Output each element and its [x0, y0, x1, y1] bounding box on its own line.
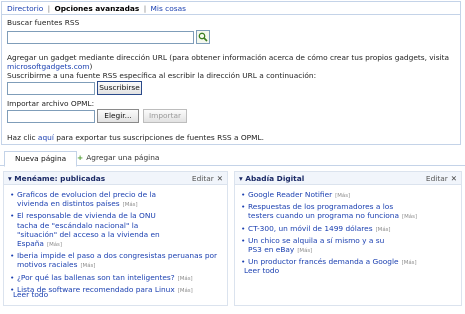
- add-page-label: Agregar una página: [86, 153, 160, 162]
- feed-item-title-line[interactable]: ¿Por qué las ballenas son tan inteligent…: [17, 273, 175, 282]
- more-link[interactable]: [Más]: [402, 260, 417, 266]
- feed-item[interactable]: Graficos de evolucion del precio de lavi…: [10, 190, 223, 210]
- edit-link[interactable]: Editar: [426, 174, 448, 183]
- gadget-header: ▾ Menéame: publicadas Editar ✕: [4, 172, 227, 185]
- feed-item[interactable]: Un chico se alquila a sí mismo y a suPS3…: [241, 236, 457, 256]
- more-link[interactable]: [Más]: [297, 248, 312, 254]
- search-icon: [198, 32, 208, 42]
- feed-item-title-line[interactable]: Respuestas de los programadores a los: [248, 202, 393, 211]
- edit-link[interactable]: Editar: [192, 174, 214, 183]
- feed-item-title-line[interactable]: Un chico se alquila a sí mismo y a su: [248, 236, 384, 245]
- import-opml-label: Importar archivo OPML:: [7, 99, 95, 108]
- opml-file-input[interactable]: [7, 110, 95, 123]
- feed-item-title-line[interactable]: El responsable de vivienda de la ONU: [17, 211, 156, 220]
- gadget-controls: Editar ✕: [426, 174, 457, 183]
- feed-list: Graficos de evolucion del precio de lavi…: [10, 190, 223, 297]
- nav-directorio-link[interactable]: Directorio: [7, 4, 43, 13]
- add-page-link[interactable]: + Agregar una página: [77, 153, 159, 162]
- feed-list: Google Reader Notifier[Más]Respuestas de…: [241, 190, 457, 269]
- rss-url-input[interactable]: [7, 82, 95, 95]
- export-opml-text: Haz clic aquí para exportar tus suscripc…: [7, 133, 264, 142]
- feed-item-title-line[interactable]: Un productor francés demanda a Google: [248, 257, 399, 266]
- feed-item[interactable]: CT-300, un móvil de 1499 dólares[Más]: [241, 224, 457, 235]
- add-by-url-link-line: microsoftgadgets.com): [7, 62, 92, 71]
- feed-item[interactable]: El responsable de vivienda de la ONUtach…: [10, 211, 223, 250]
- gadget-title[interactable]: ▾ Abadía Digital: [239, 174, 304, 183]
- nav-divider: [2, 14, 460, 15]
- feed-item-title-line[interactable]: testers cuando un programa no funciona: [248, 211, 399, 220]
- advanced-options-panel: Directorio | Opciones avanzadas | Mis co…: [1, 1, 461, 145]
- gadget-meneame: ▾ Menéame: publicadas Editar✕ Graficos d…: [3, 171, 228, 306]
- search-feeds-label: Buscar fuentes RSS: [7, 18, 80, 27]
- tab-nueva-pagina[interactable]: Nueva página: [4, 151, 78, 167]
- plus-icon: +: [77, 153, 84, 162]
- microsoftgadgets-link[interactable]: microsoftgadgets.com: [7, 62, 90, 71]
- feed-item[interactable]: Google Reader Notifier[Más]: [241, 190, 457, 201]
- nav-mis-cosas-link[interactable]: Mis cosas: [151, 4, 186, 13]
- more-link[interactable]: [Más]: [376, 227, 391, 233]
- feed-item-title-line[interactable]: CT-300, un móvil de 1499 dólares: [248, 224, 373, 233]
- nav-separator: |: [47, 4, 51, 13]
- gadget-header: ▾ Abadía Digital Editar ✕: [235, 172, 461, 185]
- close-icon[interactable]: ✕: [451, 174, 457, 183]
- feed-item-title-line[interactable]: Google Reader Notifier: [248, 190, 332, 199]
- feed-item[interactable]: Iberia impide el paso a dos congresistas…: [10, 251, 223, 271]
- add-by-url-description: Agregar un gadget mediante dirección URL…: [7, 53, 450, 62]
- nav-opciones-avanzadas[interactable]: Opciones avanzadas: [54, 4, 139, 13]
- feed-item-title-line[interactable]: tacha de "escándalo nacional" la: [17, 221, 138, 230]
- more-link[interactable]: [Más]: [402, 214, 417, 220]
- gadget-title[interactable]: ▾ Menéame: publicadas: [8, 174, 105, 183]
- read-all-link[interactable]: Leer todo: [244, 266, 279, 275]
- gadget-controls: Editar ✕: [192, 174, 223, 183]
- subscribe-rss-text: Suscribirme a una fuente RSS específica …: [7, 71, 317, 80]
- search-button[interactable]: [196, 30, 210, 44]
- subscribe-button[interactable]: Suscribirse: [97, 81, 142, 95]
- gadget-abadia-digital: ▾ Abadía Digital Editar✕ Google Reader N…: [234, 171, 462, 306]
- more-link[interactable]: [Más]: [335, 193, 350, 199]
- add-by-url-text: Agregar un gadget mediante dirección URL…: [7, 53, 449, 62]
- browse-file-button[interactable]: Elegir...: [97, 109, 139, 123]
- read-all-link[interactable]: Leer todo: [13, 290, 48, 299]
- more-link[interactable]: [Más]: [80, 263, 95, 269]
- feed-item[interactable]: Respuestas de los programadores a lostes…: [241, 202, 457, 222]
- search-feeds-input[interactable]: [7, 31, 194, 44]
- top-navigation: Directorio | Opciones avanzadas | Mis co…: [7, 4, 186, 13]
- more-link[interactable]: [Más]: [47, 242, 62, 248]
- export-suffix: para exportar tus suscripciones de fuent…: [56, 133, 264, 142]
- gadget-title-text[interactable]: Menéame: publicadas: [14, 174, 105, 183]
- feed-item-title-line[interactable]: vivienda en distintos países: [17, 199, 120, 208]
- feed-item-title-line[interactable]: Graficos de evolucion del precio de la: [17, 190, 156, 199]
- feed-item-title-line[interactable]: motivos raciales: [17, 260, 77, 269]
- export-prefix: Haz clic: [7, 133, 36, 142]
- close-icon[interactable]: ✕: [217, 174, 223, 183]
- more-link[interactable]: [Más]: [178, 276, 193, 282]
- add-by-url-close-paren: ): [89, 62, 93, 71]
- export-here-link[interactable]: aquí: [38, 133, 54, 142]
- feed-item-title-line[interactable]: Iberia impide el paso a dos congresistas…: [17, 251, 217, 260]
- import-button[interactable]: Importar: [143, 109, 187, 123]
- feed-item-title-line[interactable]: PS3 en eBay: [248, 245, 294, 254]
- nav-separator: |: [143, 4, 147, 13]
- feed-item[interactable]: ¿Por qué las ballenas son tan inteligent…: [10, 273, 223, 284]
- collapse-arrow-icon[interactable]: ▾: [8, 174, 12, 183]
- collapse-arrow-icon[interactable]: ▾: [239, 174, 243, 183]
- feed-item-title-line[interactable]: "situación" del acceso a la vivienda en: [17, 230, 160, 239]
- gadget-title-text[interactable]: Abadía Digital: [245, 174, 304, 183]
- more-link[interactable]: [Más]: [178, 288, 193, 294]
- page-tabs: Nueva página + Agregar una página: [0, 151, 465, 167]
- feed-item-title-line[interactable]: España: [17, 239, 44, 248]
- more-link[interactable]: [Más]: [123, 202, 138, 208]
